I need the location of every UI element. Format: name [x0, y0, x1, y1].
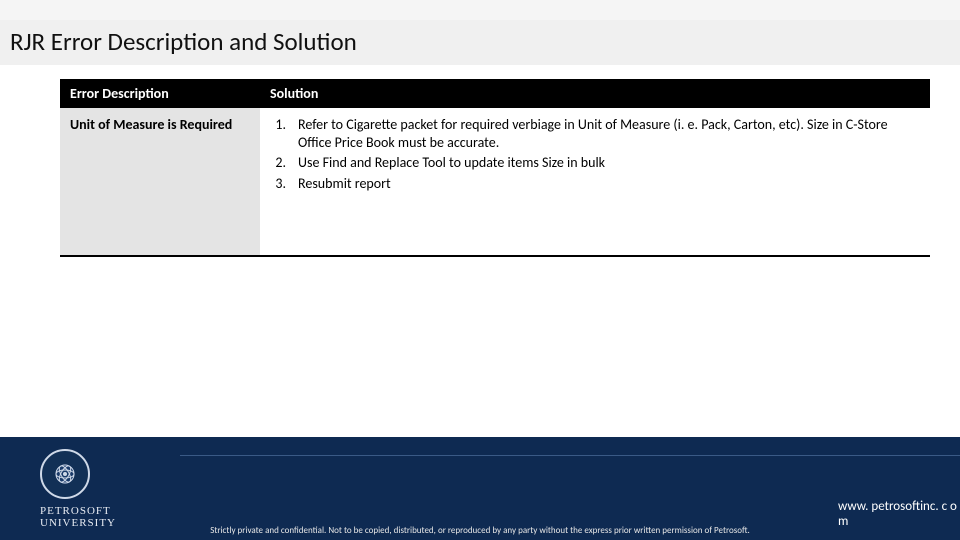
col-header-description: Error Description: [60, 79, 260, 108]
error-solution-table: Error Description Solution Unit of Measu…: [60, 79, 930, 257]
footer-url: www. petrosoftinc. c om: [838, 500, 958, 530]
footer-org-name: PETROSOFT UNIVERSITY: [40, 505, 116, 529]
error-description-cell: Unit of Measure is Required: [60, 108, 260, 256]
footer-org-line1: PETROSOFT: [40, 505, 116, 517]
table-header-row: Error Description Solution: [60, 79, 930, 108]
list-text: Use Find and Replace Tool to update item…: [298, 154, 920, 172]
footer-disclaimer: Strictly private and confidential. Not t…: [210, 526, 750, 536]
list-number: 3.: [270, 175, 298, 193]
top-spacer: [0, 0, 960, 20]
content-area: Error Description Solution Unit of Measu…: [0, 65, 960, 257]
list-text: Refer to Cigarette packet for required v…: [298, 116, 920, 152]
list-item: 3. Resubmit report: [270, 175, 920, 193]
title-band: RJR Error Description and Solution: [0, 20, 960, 65]
list-item: 1. Refer to Cigarette packet for require…: [270, 116, 920, 152]
solution-cell: 1. Refer to Cigarette packet for require…: [260, 108, 930, 256]
list-number: 2.: [270, 154, 298, 172]
seal-icon: [40, 449, 90, 499]
footer-divider: [180, 455, 960, 456]
list-item: 2. Use Find and Replace Tool to update i…: [270, 154, 920, 172]
col-header-solution: Solution: [260, 79, 930, 108]
list-text: Resubmit report: [298, 175, 920, 193]
page-title: RJR Error Description and Solution: [10, 26, 950, 57]
list-number: 1.: [270, 116, 298, 152]
footer-logo-block: PETROSOFT UNIVERSITY: [40, 449, 116, 529]
solution-list: 1. Refer to Cigarette packet for require…: [270, 116, 920, 193]
table-row: Unit of Measure is Required 1. Refer to …: [60, 108, 930, 256]
footer: PETROSOFT UNIVERSITY Strictly private an…: [0, 437, 960, 540]
footer-org-line2: UNIVERSITY: [40, 517, 116, 529]
